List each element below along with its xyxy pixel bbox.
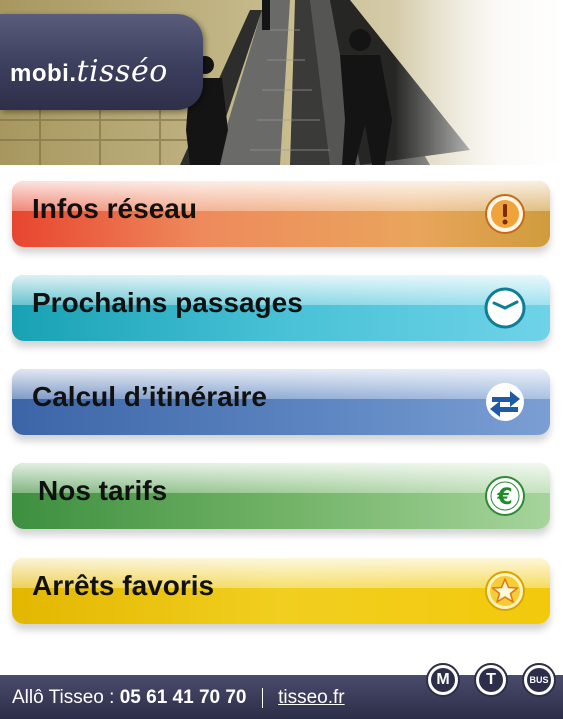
- logo-script: tisséo: [76, 54, 168, 89]
- phone-number[interactable]: 05 61 41 70 70: [120, 687, 247, 708]
- allo-tisseo-label: Allô Tisseo :: [12, 687, 115, 708]
- footer-divider: [261, 687, 263, 708]
- metro-badge-label: M: [431, 668, 455, 692]
- prochains-passages-button[interactable]: Prochains passages: [12, 275, 550, 341]
- infos-reseau-button[interactable]: Infos réseau: [12, 181, 550, 247]
- alert-icon: [485, 194, 525, 234]
- nos-tarifs-label: Nos tarifs: [38, 475, 168, 506]
- website-link[interactable]: tisseo.fr: [278, 687, 345, 708]
- tram-badge-label: T: [479, 668, 503, 692]
- clock-icon: [484, 287, 526, 329]
- prochains-passages-label: Prochains passages: [32, 287, 303, 318]
- metro-badge: M: [426, 663, 460, 697]
- star-icon: [485, 571, 525, 611]
- logo-text: mobi.tisséo: [10, 54, 168, 89]
- route-arrows-icon: [486, 383, 524, 421]
- infos-reseau-label: Infos réseau: [32, 193, 197, 224]
- header-banner: mobi.tisséo: [0, 0, 563, 165]
- euro-icon: €: [485, 476, 525, 516]
- logo-prefix: mobi.: [10, 60, 77, 87]
- calcul-itineraire-label: Calcul d’itinéraire: [32, 381, 267, 412]
- arrets-favoris-button[interactable]: Arrêts favoris: [12, 558, 550, 624]
- arrets-favoris-label: Arrêts favoris: [32, 570, 215, 601]
- bus-badge: BUS: [522, 663, 556, 697]
- nos-tarifs-button[interactable]: Nos tarifs €: [12, 463, 550, 529]
- bus-badge-label: BUS: [527, 668, 551, 692]
- tram-badge: T: [474, 663, 508, 697]
- calcul-itineraire-button[interactable]: Calcul d’itinéraire: [12, 369, 550, 435]
- footer-contact: Allô Tisseo : 05 61 41 70 70 tisseo.fr: [12, 687, 345, 709]
- svg-text:€: €: [496, 485, 512, 510]
- app-logo: mobi.tisséo: [0, 14, 203, 110]
